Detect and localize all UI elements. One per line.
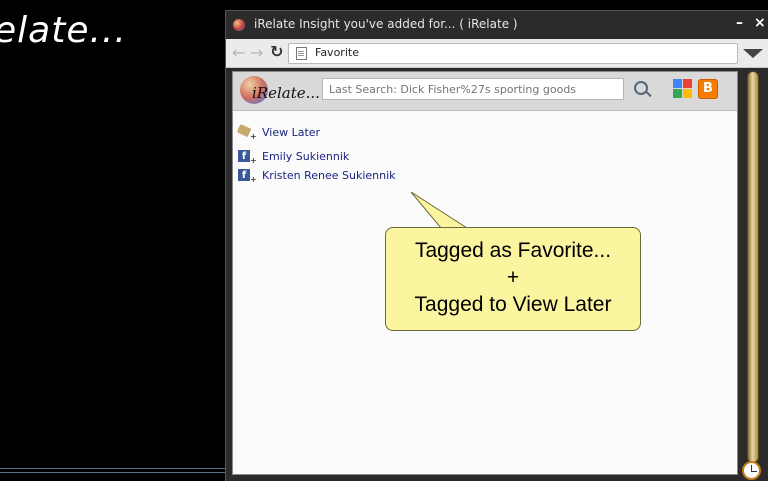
close-button[interactable]: × <box>754 15 766 31</box>
address-text: Favorite <box>315 46 359 59</box>
title-bar[interactable]: iRelate Insight you've added for... ( iR… <box>226 11 768 39</box>
navigation-bar: ← → ↻ Favorite <box>226 39 768 68</box>
page-icon <box>296 47 307 60</box>
irelate-logo-text: iRelate... <box>252 84 320 102</box>
callout-line-2: + <box>506 266 520 289</box>
reload-icon[interactable]: ↻ <box>270 42 283 61</box>
blogger-icon[interactable]: B <box>698 79 718 99</box>
forward-arrow-icon[interactable]: → <box>250 43 263 62</box>
background-divider <box>0 472 226 473</box>
callout-line-1: Tagged as Favorite... <box>414 239 612 262</box>
dropdown-menu-icon[interactable] <box>743 49 763 58</box>
minimize-button[interactable]: – <box>736 15 743 31</box>
scrollbar[interactable] <box>747 71 759 463</box>
address-bar[interactable]: Favorite <box>288 43 738 64</box>
irelate-app-icon <box>233 19 245 31</box>
background-title-text: elate... <box>0 10 127 51</box>
irelate-window: iRelate Insight you've added for... ( iR… <box>225 10 768 481</box>
plus-icon: + <box>250 175 257 184</box>
background-divider <box>0 468 226 469</box>
callout-line-3: Tagged to View Later <box>414 293 612 316</box>
irelate-panel: iRelate... B + View Later f + Emily Suki… <box>232 71 738 475</box>
panel-header: iRelate... B <box>233 72 737 111</box>
list-item-label: View Later <box>262 126 321 139</box>
facebook-icon: f <box>238 169 250 181</box>
search-icon[interactable] <box>634 81 648 95</box>
plus-icon: + <box>250 132 257 141</box>
clock-icon[interactable] <box>742 461 761 480</box>
plus-icon: + <box>250 156 257 165</box>
facebook-icon: f <box>238 150 250 162</box>
search-input[interactable] <box>322 78 624 100</box>
list-item-label: Emily Sukiennik <box>262 150 350 163</box>
back-arrow-icon[interactable]: ← <box>232 43 245 62</box>
google-icon[interactable] <box>673 79 693 99</box>
tooltip-pointer <box>410 192 469 229</box>
annotation-callout: Tagged as Favorite... + Tagged to View L… <box>385 227 641 331</box>
window-title: iRelate Insight you've added for... ( iR… <box>254 17 518 31</box>
list-item-label: Kristen Renee Sukiennik <box>262 169 396 182</box>
